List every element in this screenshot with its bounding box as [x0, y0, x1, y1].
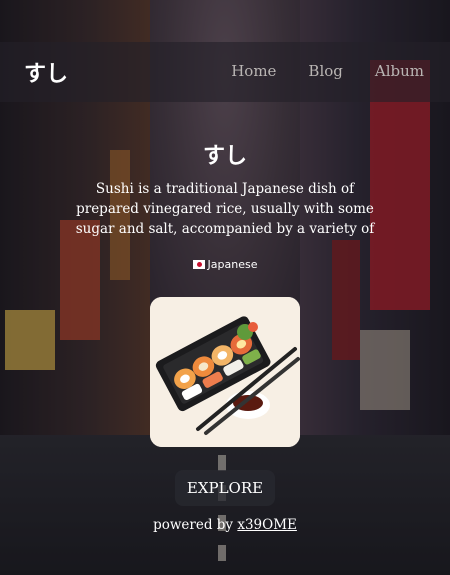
sushi-tray-illustration — [150, 297, 300, 447]
page-title: すし — [202, 143, 247, 169]
sushi-image-card — [150, 297, 300, 447]
nav-links: Home Blog Album — [231, 62, 424, 80]
japan-flag-icon — [192, 260, 205, 269]
powered-by: powered by x39OME — [0, 517, 450, 533]
brand-logo[interactable]: すし — [24, 56, 68, 88]
nav-link-home[interactable]: Home — [231, 62, 276, 80]
nav-link-blog[interactable]: Blog — [308, 62, 342, 80]
top-navbar: すし Home Blog Album — [0, 42, 450, 102]
nav-link-album[interactable]: Album — [375, 62, 424, 80]
language-tag: Japanese — [0, 258, 450, 271]
powered-by-link[interactable]: x39OME — [237, 517, 297, 533]
description-text: Sushi is a traditional Japanese dish of … — [75, 181, 375, 237]
explore-button[interactable]: EXPLORE — [175, 470, 275, 506]
language-label: Japanese — [207, 258, 258, 271]
powered-by-prefix: powered by — [153, 517, 234, 533]
